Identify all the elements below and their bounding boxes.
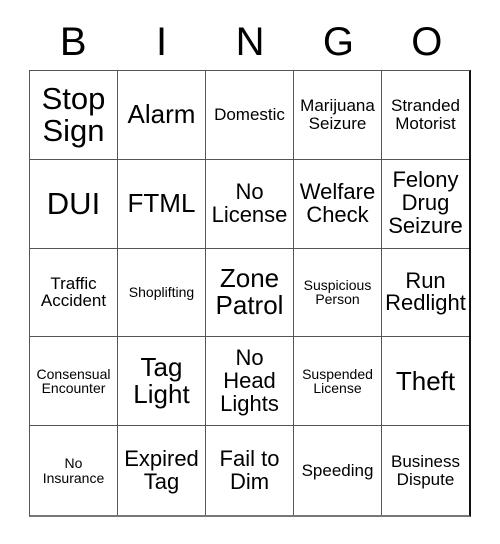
bingo-row: Traffic Accident Shoplifting Zone Patrol… <box>30 248 469 338</box>
bingo-cell[interactable]: Felony Drug Seizure <box>382 160 469 249</box>
bingo-cell-label: Tag Light <box>133 352 190 410</box>
bingo-cell-label: FTML <box>127 188 196 219</box>
bingo-cell-label: Fail to Dim <box>219 445 280 494</box>
bingo-cell-label: Run Redlight <box>385 267 466 316</box>
bingo-cell[interactable]: Run Redlight <box>382 249 469 338</box>
bingo-cell[interactable]: FTML <box>118 159 206 249</box>
bingo-cell-label: No Head Lights <box>220 344 279 416</box>
bingo-cell[interactable]: Stranded Motorist <box>382 71 469 160</box>
bingo-cell[interactable]: Suspended License <box>294 337 382 427</box>
bingo-cell[interactable]: Welfare Check <box>294 159 382 249</box>
bingo-header-letter-g: G <box>322 20 354 64</box>
bingo-grid: Stop Sign Alarm Domestic Marijuana Seizu… <box>29 70 471 517</box>
bingo-cell[interactable]: No License <box>206 159 294 249</box>
bingo-cell-label: Stranded Motorist <box>391 96 460 133</box>
bingo-cell-label: Stop Sign <box>41 80 106 148</box>
bingo-cell-label: Consensual Encounter <box>36 365 111 397</box>
bingo-cell-label: Suspended License <box>302 365 373 397</box>
bingo-cell-label: Shoplifting <box>128 284 195 301</box>
bingo-cell[interactable]: No Head Lights <box>206 337 294 427</box>
bingo-header-letter-i: I <box>156 20 168 64</box>
bingo-cell[interactable]: Business Dispute <box>382 426 469 515</box>
bingo-cell-label: Business Dispute <box>391 451 460 489</box>
bingo-cell-label: Domestic <box>214 105 285 125</box>
bingo-cell[interactable]: Fail to Dim <box>206 426 294 515</box>
bingo-header-row: B I N G O <box>29 14 471 70</box>
bingo-header-letter-b: B <box>59 20 87 64</box>
bingo-row: Stop Sign Alarm Domestic Marijuana Seizu… <box>30 71 469 160</box>
bingo-cell-label: Welfare Check <box>299 178 376 227</box>
bingo-cell[interactable]: Domestic <box>206 71 294 160</box>
bingo-cell[interactable]: Theft <box>382 337 469 427</box>
bingo-cell[interactable]: Suspicious Person <box>294 248 382 338</box>
bingo-header-letter-n: N <box>235 20 265 64</box>
bingo-cell-label: No License <box>211 178 288 227</box>
bingo-row: DUI FTML No License Welfare Check Felony… <box>30 159 469 249</box>
bingo-cell-label: Speeding <box>301 460 374 480</box>
bingo-cell-label: DUI <box>46 185 101 221</box>
bingo-cell-label: Theft <box>395 365 456 396</box>
bingo-cell[interactable]: DUI <box>30 159 118 249</box>
bingo-cell-label: Alarm <box>127 99 196 130</box>
bingo-cell[interactable]: Consensual Encounter <box>30 337 118 427</box>
bingo-cell-label: Traffic Accident <box>40 273 107 311</box>
bingo-cell[interactable]: Marijuana Seizure <box>294 71 382 160</box>
bingo-cell[interactable]: Expired Tag <box>118 426 206 515</box>
bingo-cell[interactable]: Shoplifting <box>118 248 206 338</box>
bingo-cell-label: Felony Drug Seizure <box>388 167 463 239</box>
bingo-cell[interactable]: Stop Sign <box>30 71 118 160</box>
bingo-cell-label: Expired Tag <box>124 445 199 494</box>
bingo-cell-label: No Insurance <box>42 455 105 486</box>
bingo-row: No Insurance Expired Tag Fail to Dim Spe… <box>30 426 469 515</box>
bingo-cell-label: Zone Patrol <box>215 263 284 321</box>
bingo-cell-label: Suspicious Person <box>303 276 372 308</box>
bingo-card: B I N G O Stop Sign Alarm Domestic Marij… <box>29 14 471 517</box>
bingo-cell-label: Marijuana Seizure <box>300 96 375 133</box>
bingo-cell[interactable]: Speeding <box>294 426 382 515</box>
bingo-cell[interactable]: Traffic Accident <box>30 248 118 338</box>
bingo-row: Consensual Encounter Tag Light No Head L… <box>30 337 469 427</box>
bingo-cell[interactable]: No Insurance <box>30 426 118 515</box>
bingo-header-letter-o: O <box>411 20 443 64</box>
bingo-cell[interactable]: Tag Light <box>118 337 206 427</box>
bingo-cell[interactable]: Alarm <box>118 71 206 160</box>
bingo-cell[interactable]: Zone Patrol <box>206 248 294 338</box>
